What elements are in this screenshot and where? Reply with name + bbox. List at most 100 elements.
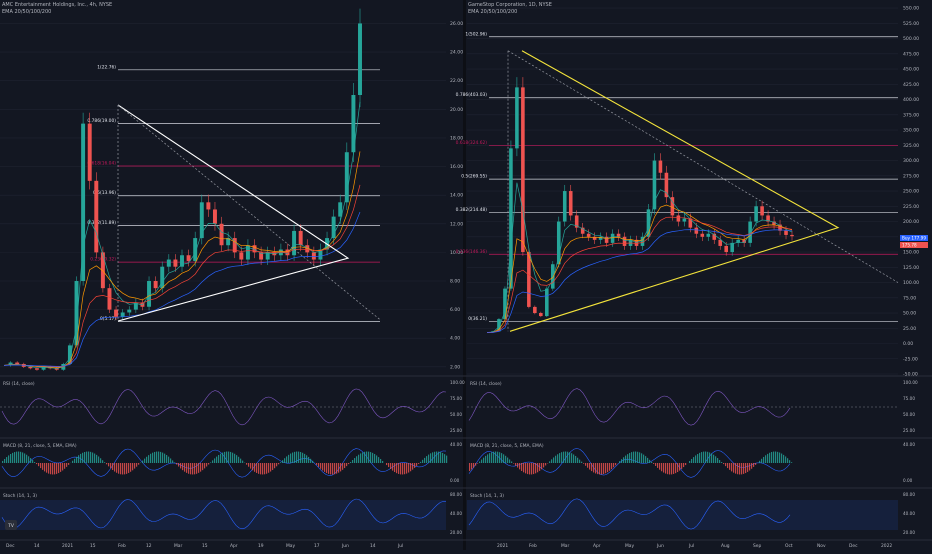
amc-macd-histogram-bar (444, 454, 445, 463)
gme-macd-histogram-bar (607, 463, 608, 472)
gme-macd-histogram-bar (491, 452, 492, 463)
amc-macd-histogram-bar (80, 454, 81, 463)
amc-macd-histogram-bar (14, 452, 15, 463)
gme-macd-histogram-bar (779, 453, 780, 463)
gme-macd-histogram-bar (551, 459, 552, 463)
gme-macd-histogram-bar (533, 463, 534, 474)
amc-macd-histogram-bar (126, 463, 127, 474)
amc-candle (81, 124, 85, 281)
amc-candle (15, 363, 19, 364)
amc-macd-histogram-bar (446, 456, 447, 463)
amc-macd-histogram-bar (306, 455, 307, 463)
gme-macd-histogram-bar (503, 454, 504, 463)
amc-macd-histogram-bar (176, 463, 177, 465)
amc-macd-histogram-bar (62, 463, 63, 470)
gme-macd-histogram-bar (777, 452, 778, 463)
amc-macd-histogram-bar (254, 463, 255, 472)
gme-macd-histogram-bar (609, 463, 610, 471)
amc-macd-histogram-bar (104, 462, 105, 463)
gme-y-tick: 200.00 (903, 219, 919, 225)
gme-y-tick: 25.00 (903, 326, 916, 332)
amc-macd-histogram-bar (112, 463, 113, 470)
amc-macd-histogram-bar (332, 463, 333, 474)
gme-macd-histogram-bar (517, 463, 518, 468)
gme-macd-histogram-bar (719, 460, 720, 463)
gme-x-tick: May (625, 543, 634, 549)
gme-macd-histogram-bar (541, 463, 542, 469)
amc-macd-histogram-bar (194, 463, 195, 474)
gme-x-tick: Mar (561, 543, 569, 549)
gme-macd-histogram-bar (513, 463, 514, 464)
chart-canvas[interactable]: 26.0024.0022.0020.0018.0016.0014.0012.00… (0, 0, 932, 550)
amc-macd-histogram-bar (282, 460, 283, 463)
amc-candle (127, 310, 131, 313)
amc-x-tick: Apr (230, 543, 238, 549)
amc-macd-histogram-bar (284, 458, 285, 463)
gme-macd-histogram-bar (477, 463, 478, 464)
gme-x-tick: Nov (817, 543, 826, 549)
amc-macd-histogram-bar (440, 452, 441, 463)
gme-macd-histogram-bar (705, 452, 706, 463)
gme-candle (665, 173, 669, 197)
amc-candle (187, 255, 191, 261)
amc-x-tick: 2021 (62, 543, 73, 549)
amc-macd-histogram-bar (258, 463, 259, 474)
amc-macd-histogram-bar (46, 463, 47, 473)
amc-macd-histogram-bar (358, 455, 359, 463)
amc-macd-histogram-bar (370, 452, 371, 463)
gme-candle (623, 237, 627, 246)
amc-macd-histogram-bar (392, 463, 393, 471)
amc-rsi-tick: 50.00 (450, 412, 462, 417)
amc-y-tick: 16.00 (450, 164, 463, 170)
amc-x-tick: Dec (6, 543, 15, 549)
gme-macd-histogram-bar (593, 463, 594, 472)
amc-x-tick: Jun (341, 543, 349, 549)
gme-macd-histogram-bar (677, 463, 678, 472)
amc-macd-histogram-bar (226, 452, 227, 463)
amc-macd-histogram-bar (182, 463, 183, 470)
amc-macd-histogram-bar (186, 463, 187, 473)
gme-candle (527, 252, 531, 307)
gme-y-tick: 350.00 (903, 128, 919, 134)
gme-candle (706, 234, 710, 237)
gme-x-tick: 2021 (497, 543, 508, 549)
amc-macd-histogram-bar (98, 456, 99, 463)
amc-macd-histogram-bar (150, 454, 151, 463)
amc-macd-histogram-bar (268, 463, 269, 473)
gme-stoch-tick: 80.00 (903, 492, 915, 497)
amc-macd-histogram-bar (174, 462, 175, 463)
amc-macd-histogram-bar (48, 463, 49, 474)
amc-macd-histogram-bar (204, 463, 205, 468)
amc-macd-histogram-bar (414, 463, 415, 468)
gme-macd-histogram-bar (667, 463, 668, 474)
gme-macd-histogram-bar (567, 452, 568, 463)
amc-macd-histogram-bar (34, 462, 35, 463)
gme-macd-histogram-bar (713, 455, 714, 463)
amc-y-tick: 2.00 (450, 364, 460, 370)
gme-macd-histogram-bar (761, 459, 762, 463)
amc-macd-histogram-bar (202, 463, 203, 470)
amc-macd-histogram-bar (296, 452, 297, 463)
gme-legend: GameStop Corporation, 1D, NYSE EMA 20/50… (468, 2, 552, 16)
amc-macd-histogram-bar (130, 463, 131, 472)
gme-macd-histogram-bar (673, 463, 674, 474)
amc-x-tick: 12 (146, 543, 152, 549)
amc-x-tick: 14 (370, 543, 376, 549)
amc-macd-histogram-bar (90, 452, 91, 463)
gme-macd-histogram-bar (755, 463, 756, 465)
gme-macd-histogram-bar (523, 463, 524, 472)
gme-candle (563, 191, 567, 221)
gme-macd-histogram-bar (545, 463, 546, 465)
gme-macd-histogram-bar (765, 455, 766, 463)
gme-fib-label: 0.786(403.03) (456, 92, 488, 98)
gme-macd-histogram-bar (689, 461, 690, 463)
gme-macd-histogram-bar (707, 452, 708, 463)
gme-y-tick: 225.00 (903, 204, 919, 210)
amc-candle (147, 281, 151, 307)
gme-fib-label: 0.382(214.48) (456, 207, 488, 213)
amc-macd-histogram-bar (146, 457, 147, 463)
gme-macd-histogram-bar (791, 462, 792, 463)
gme-macd-histogram-bar (675, 463, 676, 473)
amc-macd-histogram-bar (4, 459, 5, 463)
amc-macd-histogram-bar (334, 463, 335, 474)
